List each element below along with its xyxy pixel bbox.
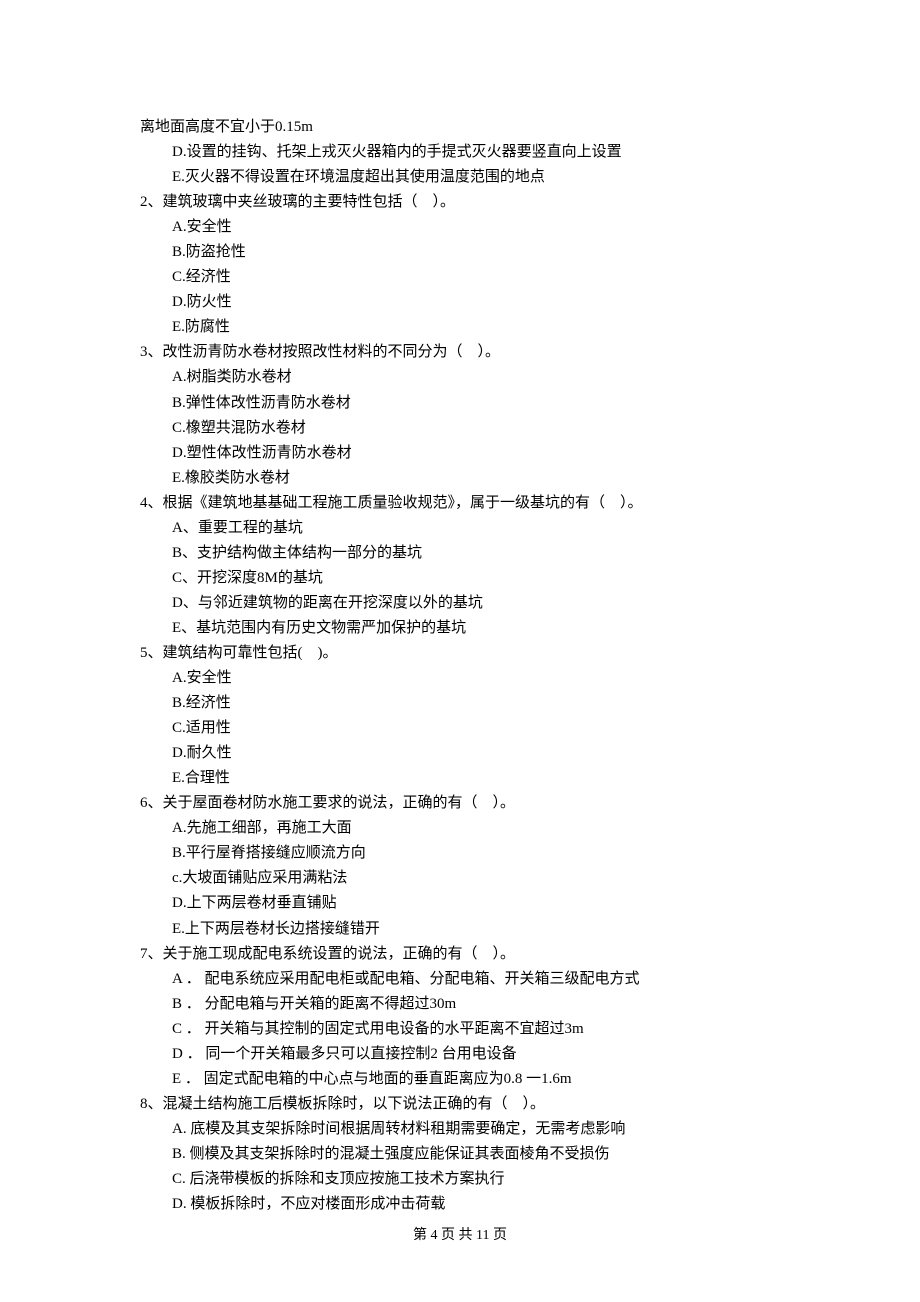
- text-line: 5、建筑结构可靠性包括( )。: [140, 641, 780, 666]
- text-line: A.树脂类防水卷材: [140, 365, 780, 390]
- text-line: A. 底模及其支架拆除时间根据周转材料租期需要确定，无需考虑影响: [140, 1117, 780, 1142]
- text-line: A.安全性: [140, 666, 780, 691]
- text-line: E.橡胶类防水卷材: [140, 466, 780, 491]
- text-line: A.先施工细部，再施工大面: [140, 816, 780, 841]
- text-line: D、与邻近建筑物的距离在开挖深度以外的基坑: [140, 591, 780, 616]
- text-line: D. 模板拆除时，不应对楼面形成冲击荷载: [140, 1192, 780, 1217]
- text-line: 离地面高度不宜小于0.15m: [140, 115, 780, 140]
- text-line: B. 侧模及其支架拆除时的混凝土强度应能保证其表面棱角不受损伤: [140, 1142, 780, 1167]
- text-line: A.安全性: [140, 215, 780, 240]
- text-line: B.平行屋脊搭接缝应顺流方向: [140, 841, 780, 866]
- text-line: D.设置的挂钩、托架上戎灭火器箱内的手提式灭火器要竖直向上设置: [140, 140, 780, 165]
- text-line: c.大坡面铺贴应采用满粘法: [140, 866, 780, 891]
- text-line: E ． 固定式配电箱的中心点与地面的垂直距离应为0.8 一1.6m: [140, 1067, 780, 1092]
- text-line: B、支护结构做主体结构一部分的基坑: [140, 541, 780, 566]
- text-line: 3、改性沥青防水卷材按照改性材料的不同分为（ ）。: [140, 340, 780, 365]
- text-line: C、开挖深度8M的基坑: [140, 566, 780, 591]
- text-line: E.上下两层卷材长边搭接缝错开: [140, 917, 780, 942]
- text-line: E、基坑范围内有历史文物需严加保护的基坑: [140, 616, 780, 641]
- text-line: B ． 分配电箱与开关箱的距离不得超过30m: [140, 992, 780, 1017]
- text-line: C. 后浇带模板的拆除和支顶应按施工技术方案执行: [140, 1167, 780, 1192]
- text-line: C.适用性: [140, 716, 780, 741]
- text-line: E.灭火器不得设置在环境温度超出其使用温度范围的地点: [140, 165, 780, 190]
- text-line: C.橡塑共混防水卷材: [140, 416, 780, 441]
- text-line: 2、建筑玻璃中夹丝玻璃的主要特性包括（ ）。: [140, 190, 780, 215]
- text-line: B.经济性: [140, 691, 780, 716]
- text-line: D.上下两层卷材垂直铺贴: [140, 891, 780, 916]
- text-line: E.合理性: [140, 766, 780, 791]
- text-line: D.塑性体改性沥青防水卷材: [140, 441, 780, 466]
- text-line: 6、关于屋面卷材防水施工要求的说法，正确的有（ ）。: [140, 791, 780, 816]
- text-line: A ． 配电系统应采用配电柜或配电箱、分配电箱、开关箱三级配电方式: [140, 967, 780, 992]
- text-line: B.弹性体改性沥青防水卷材: [140, 391, 780, 416]
- text-line: A、重要工程的基坑: [140, 516, 780, 541]
- text-line: C.经济性: [140, 265, 780, 290]
- page-content: 离地面高度不宜小于0.15mD.设置的挂钩、托架上戎灭火器箱内的手提式灭火器要竖…: [0, 0, 920, 1217]
- text-line: D.耐久性: [140, 741, 780, 766]
- text-line: D ． 同一个开关箱最多只可以直接控制2 台用电设备: [140, 1042, 780, 1067]
- text-line: C ． 开关箱与其控制的固定式用电设备的水平距离不宜超过3m: [140, 1017, 780, 1042]
- text-line: B.防盗抢性: [140, 240, 780, 265]
- page-footer: 第 4 页 共 11 页: [0, 1224, 920, 1247]
- text-line: D.防火性: [140, 290, 780, 315]
- text-line: 8、混凝土结构施工后模板拆除时，以下说法正确的有（ ）。: [140, 1092, 780, 1117]
- text-line: E.防腐性: [140, 315, 780, 340]
- text-line: 7、关于施工现成配电系统设置的说法，正确的有（ ）。: [140, 942, 780, 967]
- text-line: 4、根据《建筑地基基础工程施工质量验收规范》，属于一级基坑的有（ ）。: [140, 491, 780, 516]
